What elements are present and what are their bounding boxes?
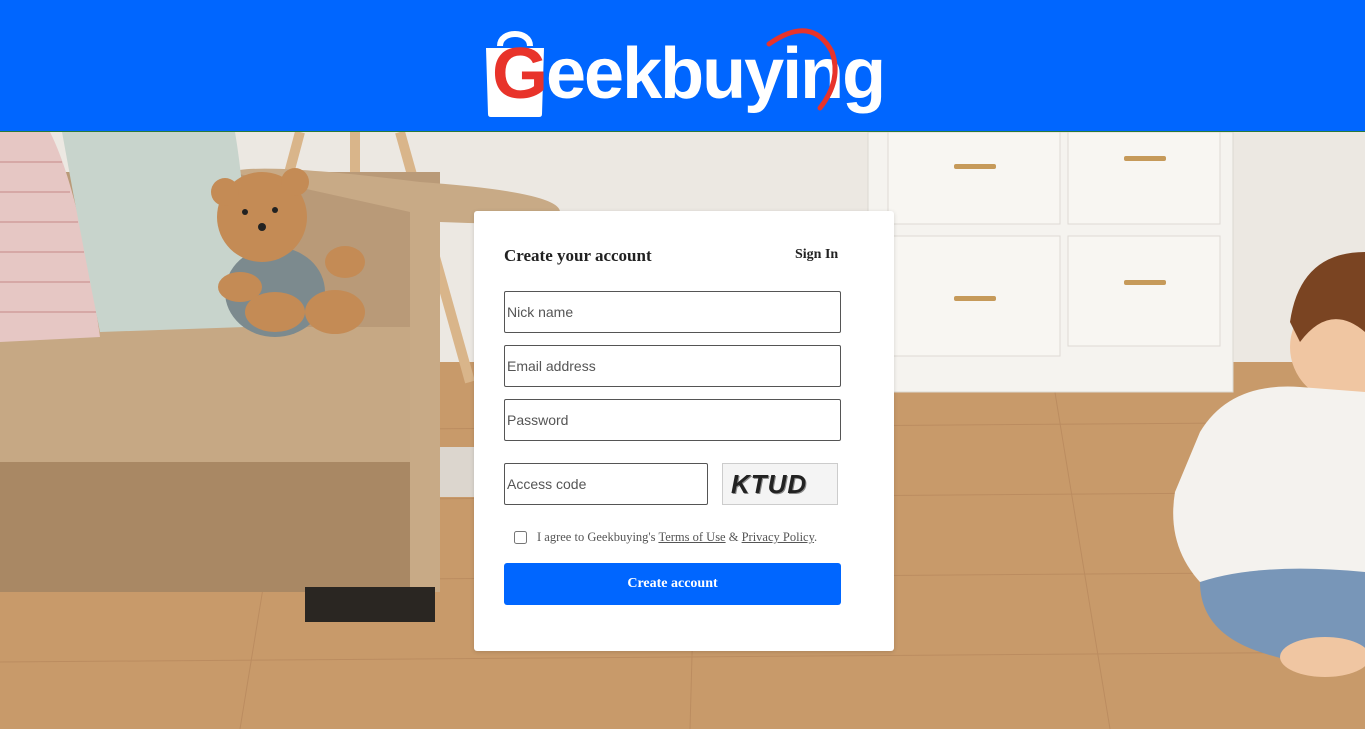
captcha-text: KTUD	[731, 469, 808, 499]
captcha-image[interactable]: KTUD	[722, 463, 838, 505]
signin-link[interactable]: Sign In	[795, 247, 838, 263]
site-header: Geekbuying	[0, 0, 1365, 132]
signup-card: Create your account Sign In KTUD I agree…	[474, 211, 894, 651]
privacy-policy-link[interactable]: Privacy Policy	[742, 530, 814, 544]
agree-checkbox[interactable]	[514, 531, 527, 544]
terms-of-use-link[interactable]: Terms of Use	[658, 530, 725, 544]
password-input[interactable]	[504, 399, 841, 441]
nickname-input[interactable]	[504, 291, 841, 333]
logo-letter-g: G	[492, 34, 548, 114]
agree-and: &	[725, 530, 742, 544]
agree-suffix: .	[814, 530, 818, 544]
agree-prefix: I agree to Geekbuying's	[537, 530, 659, 544]
form-title: Create your account	[504, 246, 652, 265]
terms-agreement-row: I agree to Geekbuying's Terms of Use & P…	[512, 529, 882, 549]
email-input[interactable]	[504, 345, 841, 387]
access-code-input[interactable]	[504, 463, 708, 505]
logo-swoosh-icon	[766, 28, 838, 111]
agree-text: I agree to Geekbuying's Terms of Use & P…	[537, 530, 817, 545]
create-account-button[interactable]: Create account	[504, 563, 841, 605]
geekbuying-logo[interactable]: Geekbuying	[482, 12, 886, 120]
